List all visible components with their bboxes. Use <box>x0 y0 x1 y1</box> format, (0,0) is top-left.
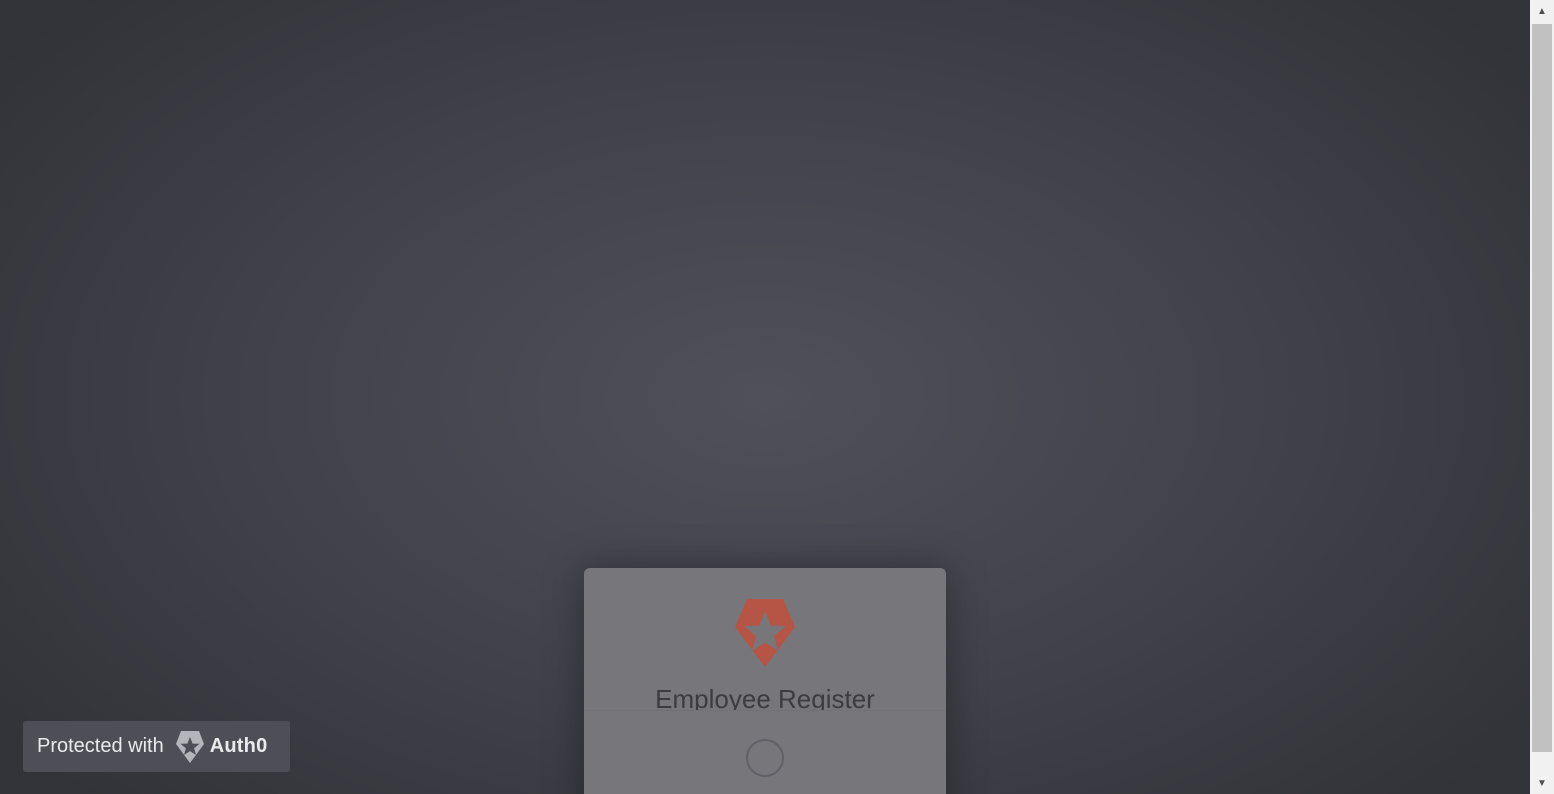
scroll-up-arrow-icon[interactable]: ▲ <box>1530 0 1554 22</box>
loading-spinner-icon <box>746 739 784 777</box>
protected-with-auth0-badge[interactable]: Protected with Auth0 <box>23 721 290 772</box>
login-widget: Employee Register <box>584 568 946 794</box>
vertical-scrollbar[interactable]: ▲ ▼ <box>1530 0 1554 794</box>
login-title: Employee Register <box>655 684 875 710</box>
auth0-shield-star-icon <box>735 599 795 667</box>
title-divider <box>584 710 946 711</box>
scrollbar-thumb[interactable] <box>1532 24 1552 752</box>
scroll-down-arrow-icon[interactable]: ▼ <box>1530 772 1554 794</box>
badge-brand: Auth0 <box>209 735 268 757</box>
auth0-logo-icon <box>175 730 204 763</box>
badge-text: Protected with <box>37 735 164 757</box>
login-backdrop: Employee Register Protected with Auth0 <box>0 0 1530 794</box>
